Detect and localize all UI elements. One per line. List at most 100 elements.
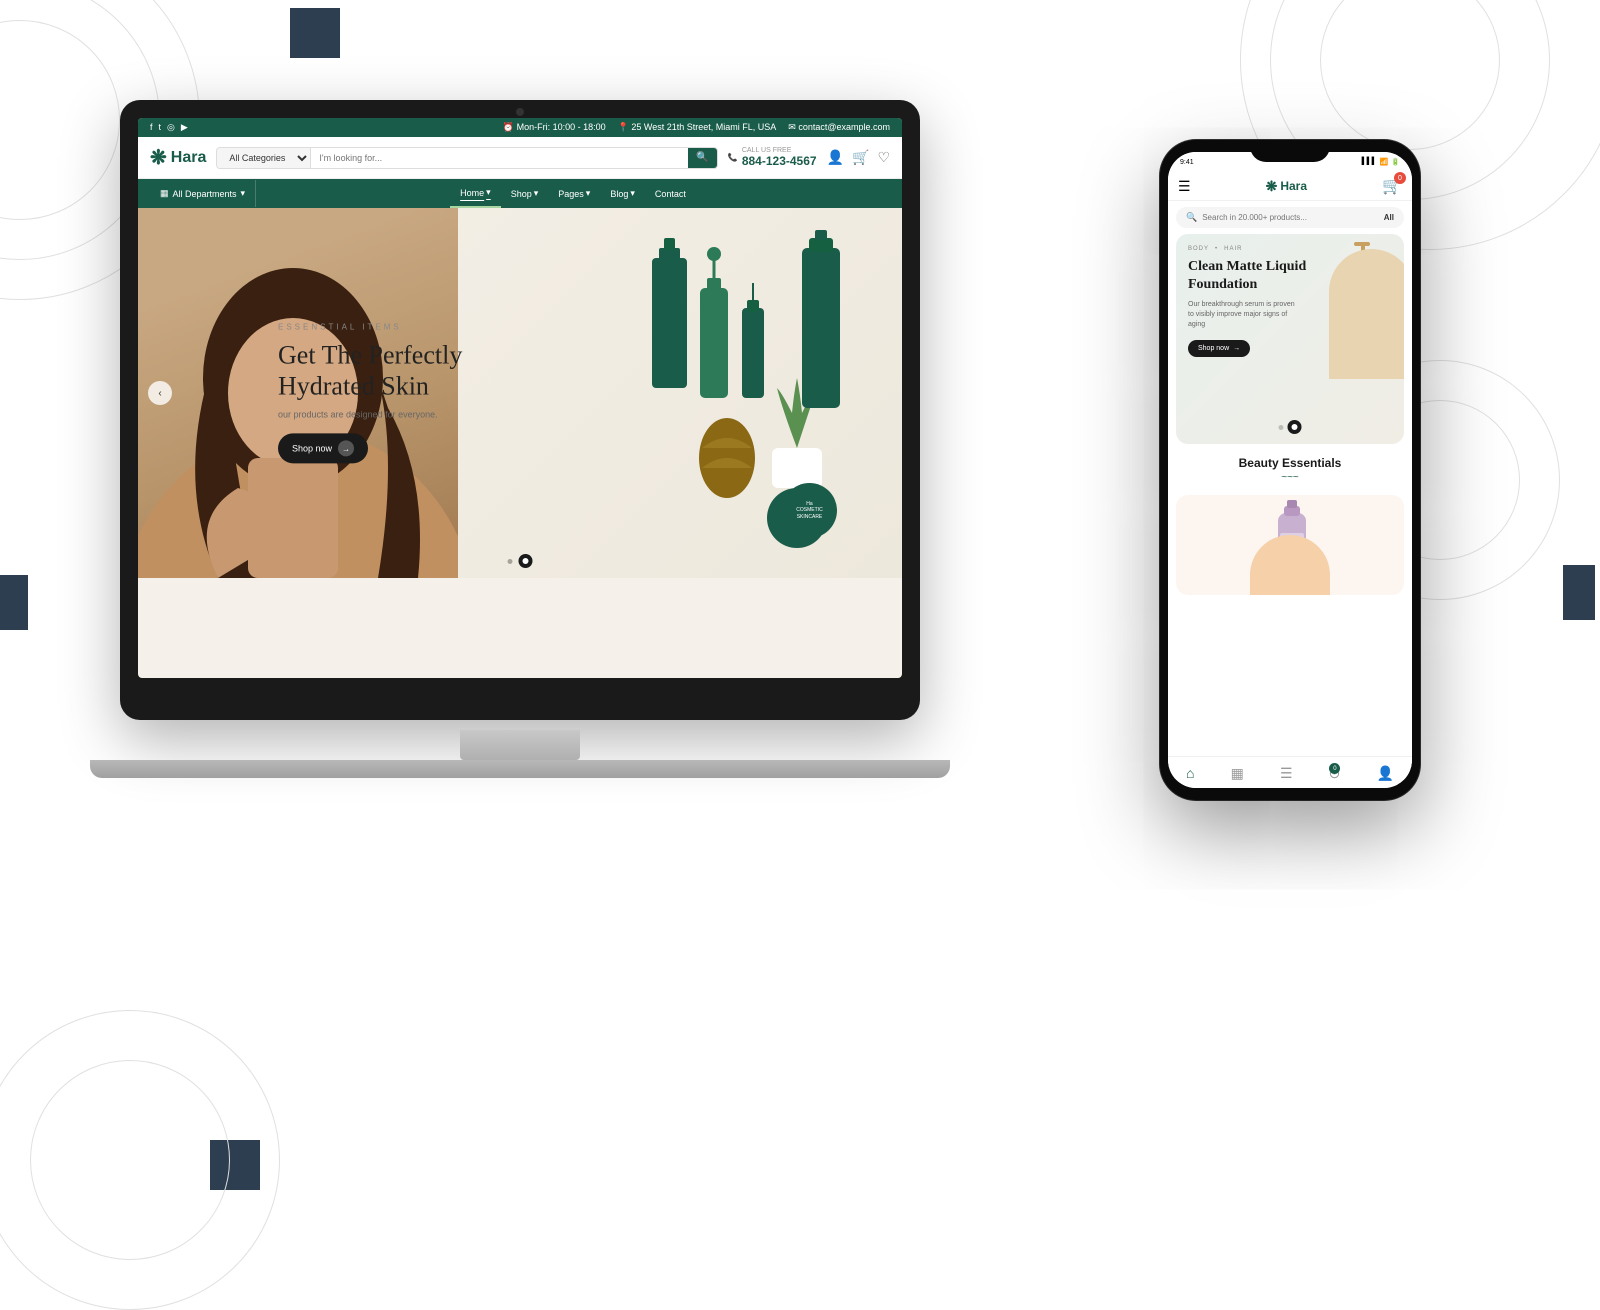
laptop-wrapper: f t ◎ ▶ ⏰ Mon-Fri: 10:00 - 18:00 📍 25 We… xyxy=(120,100,920,820)
site-logo[interactable]: ❋ Hara xyxy=(150,145,206,170)
departments-grid-icon: ▦ xyxy=(160,188,169,199)
phone-nav-cart[interactable]: ⊙ 0 xyxy=(1329,765,1341,782)
nav-item-blog[interactable]: Blog ▾ xyxy=(600,179,645,208)
deco-circle-4 xyxy=(30,1060,230,1260)
hero-cta-arrow: → xyxy=(338,441,354,457)
laptop-base xyxy=(90,730,950,820)
phone-status-icons: ▌▌▌ 📶 🔋 xyxy=(1362,158,1400,166)
phone-nav-shop[interactable]: ▦ xyxy=(1231,765,1244,782)
hero-prev-arrow[interactable]: ‹ xyxy=(148,381,172,405)
hero-dots xyxy=(508,554,533,568)
bg-square-bottom-left xyxy=(210,1140,260,1190)
hara-badge: HaCOSMETICSKINCARE xyxy=(782,483,837,538)
phone-nav-account[interactable]: 👤 xyxy=(1376,765,1393,782)
beauty-section: Beauty Essentials ~~~ xyxy=(1168,444,1412,489)
phone-hero-desc: Our breakthrough serum is proven to visi… xyxy=(1188,300,1298,329)
phone-bottom-nav: ⌂ ▦ ☰ ⊙ 0 👤 xyxy=(1168,756,1412,788)
menu-nav-icon: ☰ xyxy=(1280,765,1293,782)
hero-products: COSM ETIC SKIN HaCOSMETICSKINCARE xyxy=(642,228,842,568)
phone-dot-2-active[interactable] xyxy=(1288,420,1302,434)
hero-cta-button[interactable]: Shop now → xyxy=(278,434,368,464)
nav-item-shop[interactable]: Shop ▾ xyxy=(501,179,549,208)
shop-chevron: ▾ xyxy=(534,188,539,199)
phone-hero-tag-sep: • xyxy=(1215,246,1218,252)
home-chevron: ▾ xyxy=(486,187,491,198)
phone-cart-badge: 0 xyxy=(1394,172,1406,184)
site-nav: ▦ All Departments ▾ Home ▾ Shop ▾ Pages xyxy=(138,179,902,208)
phone-nav-home[interactable]: ⌂ xyxy=(1186,765,1194,782)
header-icons: 👤 🛒 ♡ xyxy=(827,149,890,166)
phone-screen: 9:41 ▌▌▌ 📶 🔋 ☰ ❋ Hara 🛒 0 xyxy=(1168,152,1412,788)
phone-product-card[interactable] xyxy=(1176,495,1404,595)
hero-title: Get The Perfectly Hydrated Skin xyxy=(278,339,462,401)
phone-menu-icon[interactable]: ☰ xyxy=(1178,178,1191,195)
search-input[interactable] xyxy=(311,148,688,168)
instagram-icon[interactable]: ◎ xyxy=(167,122,175,133)
phone-shop-arrow: → xyxy=(1233,345,1240,352)
hero-section: ESSENSTIAL ITEMS Get The Perfectly Hydra… xyxy=(138,208,902,578)
nav-departments[interactable]: ▦ All Departments ▾ xyxy=(150,180,256,207)
hero-dot-1[interactable] xyxy=(508,559,513,564)
phone-logo-icon: ❋ xyxy=(1266,178,1278,195)
phone-icon: 📞 xyxy=(728,153,738,162)
wifi-icon: 📶 xyxy=(1380,158,1389,166)
logo-text: Hara xyxy=(171,149,207,167)
beauty-title: Beauty Essentials xyxy=(1176,456,1404,470)
phone-hero-tag1: BODY xyxy=(1188,246,1209,252)
nav-item-home[interactable]: Home ▾ xyxy=(450,179,501,208)
header-phone: 📞 CALL US FREE 884-123-4567 xyxy=(728,147,817,168)
nav-item-pages[interactable]: Pages ▾ xyxy=(548,179,600,208)
phone-hero-tag2: HAIR xyxy=(1224,246,1242,252)
wishlist-wrapper[interactable]: ♡ xyxy=(877,149,890,166)
hero-subtitle: ESSENSTIAL ITEMS xyxy=(278,322,462,331)
phone-label: CALL US FREE xyxy=(742,147,817,154)
phone-hero-dots xyxy=(1279,420,1302,434)
topbar-contact: ⏰ Mon-Fri: 10:00 - 18:00 📍 25 West 21th … xyxy=(503,122,890,133)
hero-cta-label: Shop now xyxy=(292,444,332,454)
facebook-icon[interactable]: f xyxy=(150,122,153,133)
social-icons: f t ◎ ▶ xyxy=(150,122,188,133)
phone-logo-text: Hara xyxy=(1280,179,1307,193)
blog-chevron: ▾ xyxy=(630,188,635,199)
twitter-icon[interactable]: t xyxy=(159,122,162,133)
cart-icon[interactable]: 🛒 xyxy=(852,149,869,165)
search-button[interactable]: 🔍 xyxy=(688,148,716,168)
phone-info: CALL US FREE 884-123-4567 xyxy=(742,147,817,168)
phone-dot-1[interactable] xyxy=(1279,425,1284,430)
chevron-left-icon: ‹ xyxy=(158,388,161,399)
phone-hero-cta[interactable]: Shop now → xyxy=(1188,340,1250,357)
logo-icon: ❋ xyxy=(150,145,167,170)
phone-nav-menu[interactable]: ☰ xyxy=(1280,765,1293,782)
hero-description: our products are designed for everyone. xyxy=(278,410,462,420)
phone-search-input[interactable] xyxy=(1202,213,1379,222)
youtube-icon[interactable]: ▶ xyxy=(181,122,188,133)
phone-search[interactable]: 🔍 All xyxy=(1176,207,1404,228)
nav-item-contact[interactable]: Contact xyxy=(645,179,696,208)
deco-circle-1 xyxy=(0,20,120,220)
hero-dot-2-active[interactable] xyxy=(519,554,533,568)
phone-hero-product-area: COSM ETIC xyxy=(1309,234,1404,434)
deco-circle-6 xyxy=(1320,0,1500,150)
beauty-underline: ~~~ xyxy=(1176,472,1404,483)
phone-header: ☰ ❋ Hara 🛒 0 xyxy=(1168,172,1412,201)
signal-icon: ▌▌▌ xyxy=(1362,158,1377,166)
phone-cart-wrapper[interactable]: 🛒 0 xyxy=(1382,176,1402,196)
phone-search-filter[interactable]: All xyxy=(1384,213,1394,222)
phone-logo[interactable]: ❋ Hara xyxy=(1266,178,1307,195)
laptop-foot xyxy=(90,760,950,778)
user-icon[interactable]: 👤 xyxy=(827,149,844,166)
battery-icon: 🔋 xyxy=(1391,158,1400,166)
hero-content: ESSENSTIAL ITEMS Get The Perfectly Hydra… xyxy=(278,322,462,463)
cart-wrapper[interactable]: 🛒 xyxy=(852,149,869,166)
search-bar[interactable]: All Categories 🔍 xyxy=(216,147,718,169)
shop-nav-icon: ▦ xyxy=(1231,765,1244,782)
phone-search-icon: 🔍 xyxy=(1186,212,1197,223)
phone-hero: BODY • HAIR Clean Matte Liquid Foundatio… xyxy=(1176,234,1404,444)
wishlist-icon[interactable]: ♡ xyxy=(877,149,890,165)
site-header: ❋ Hara All Categories 🔍 📞 CALL US FREE 8… xyxy=(138,137,902,179)
laptop-camera xyxy=(516,108,524,116)
topbar-hours: ⏰ Mon-Fri: 10:00 - 18:00 xyxy=(503,122,606,133)
phone-number[interactable]: 884-123-4567 xyxy=(742,154,817,168)
deco-circle-5 xyxy=(0,1010,280,1310)
category-select[interactable]: All Categories xyxy=(217,148,311,168)
